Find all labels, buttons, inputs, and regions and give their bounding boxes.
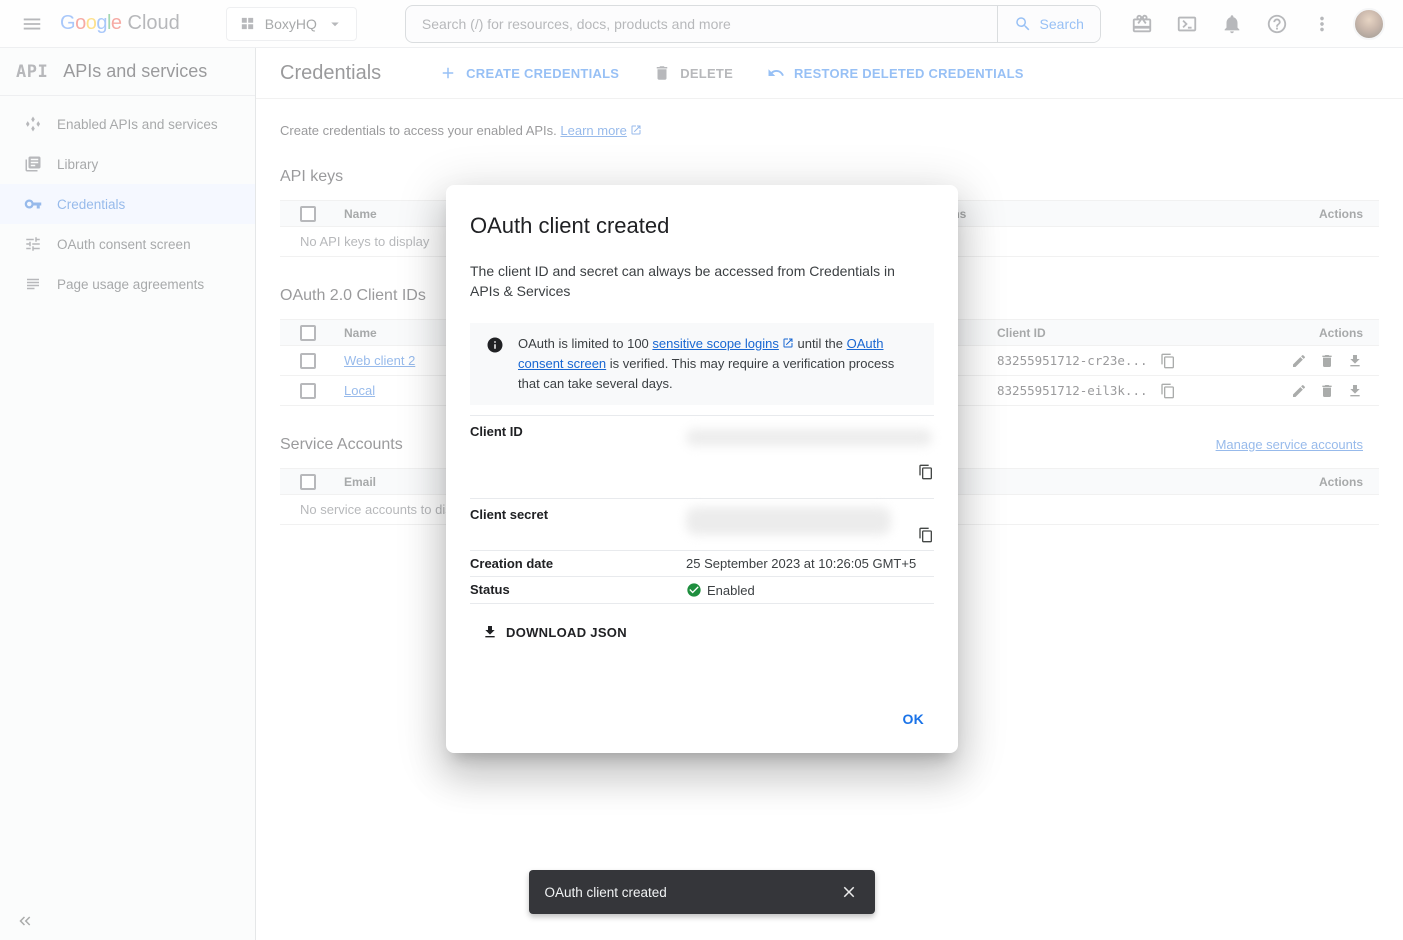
dialog-body-text: The client ID and secret can always be a…: [470, 261, 920, 301]
info-icon: [486, 336, 504, 354]
ok-button[interactable]: OK: [895, 703, 933, 735]
client-secret-row: Client secret: [470, 498, 934, 550]
notice-text: OAuth is limited to 100 sensitive scope …: [518, 334, 918, 394]
copy-client-secret-button[interactable]: [918, 527, 934, 543]
oauth-limit-notice: OAuth is limited to 100 sensitive scope …: [470, 323, 934, 405]
external-link-icon: [782, 337, 794, 349]
status-row: Status Enabled: [470, 576, 934, 604]
check-circle-icon: [686, 582, 702, 598]
copy-client-id-button[interactable]: [918, 464, 934, 480]
status-label: Status: [470, 582, 686, 598]
creation-date-value: 25 September 2023 at 10:26:05 GMT+5: [686, 556, 934, 571]
copy-icon: [918, 527, 934, 543]
creation-date-row: Creation date 25 September 2023 at 10:26…: [470, 550, 934, 576]
client-secret-label: Client secret: [470, 507, 686, 535]
close-icon: [840, 883, 858, 901]
client-secret-redacted: [686, 507, 891, 535]
snackbar-close-button[interactable]: [831, 874, 867, 910]
client-id-row: Client ID: [470, 415, 934, 498]
download-icon: [482, 624, 498, 640]
copy-icon: [918, 464, 934, 480]
sensitive-scope-logins-link[interactable]: sensitive scope logins: [652, 336, 778, 351]
oauth-client-created-dialog: OAuth client created The client ID and s…: [446, 185, 958, 753]
dialog-details: Client ID Client secret Creation date 25…: [470, 415, 934, 604]
client-id-redacted-line2: [686, 429, 932, 446]
client-id-label: Client ID: [470, 424, 686, 446]
creation-date-label: Creation date: [470, 556, 686, 571]
dialog-title: OAuth client created: [470, 213, 934, 239]
download-json-button[interactable]: DOWNLOAD JSON: [478, 618, 631, 646]
snackbar-message: OAuth client created: [545, 885, 831, 900]
status-badge: Enabled: [707, 583, 755, 598]
snackbar: OAuth client created: [529, 870, 875, 914]
